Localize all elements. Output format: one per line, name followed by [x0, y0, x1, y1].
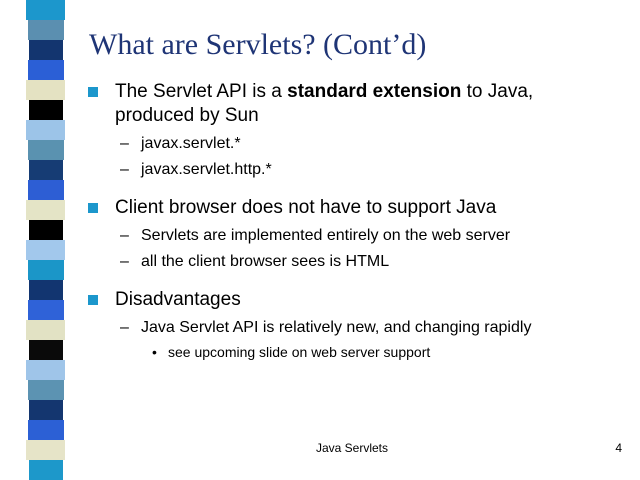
bullet-item: The Servlet API is a standard extension …: [88, 80, 608, 128]
strip-block: [26, 120, 65, 140]
dash-marker: –: [120, 319, 129, 336]
slide-title: What are Servlets? (Cont’d): [89, 28, 427, 61]
decorative-strip: [26, 0, 65, 480]
strip-block: [26, 0, 65, 20]
sub-bullet-item: – all the client browser sees is HTML: [88, 252, 608, 272]
strip-block: [28, 60, 64, 80]
bold-phrase: standard extension: [287, 81, 462, 102]
strip-block: [28, 380, 64, 400]
sub-bullet-item: – javax.servlet.http.*: [88, 160, 608, 180]
dash-marker: –: [120, 227, 129, 244]
sub-bullet-item: – Servlets are implemented entirely on t…: [88, 226, 608, 246]
strip-block: [28, 300, 64, 320]
dot-marker: •: [152, 344, 157, 360]
strip-block: [26, 360, 65, 380]
sub-bullet-text: all the client browser sees is HTML: [141, 253, 390, 270]
strip-block: [28, 140, 64, 160]
strip-block: [29, 160, 63, 180]
sub-bullet-text: javax.servlet.http.*: [141, 161, 272, 178]
strip-block: [29, 100, 63, 120]
sub-bullet-text: Servlets are implemented entirely on the…: [141, 227, 511, 244]
strip-block: [28, 20, 64, 40]
strip-block: [26, 240, 65, 260]
dash-marker: –: [120, 135, 129, 152]
strip-block: [26, 320, 65, 340]
strip-block: [29, 340, 63, 360]
sub-sub-bullet-text: see upcoming slide on web server support: [168, 344, 431, 360]
sub-bullet-item: – Java Servlet API is relatively new, an…: [88, 318, 608, 338]
strip-block: [29, 40, 63, 60]
square-bullet-icon: [88, 87, 98, 97]
strip-block: [26, 80, 65, 100]
footer-text: Java Servlets: [315, 441, 389, 455]
dash-marker: –: [120, 253, 129, 270]
bullet-text: Disadvantages: [115, 289, 241, 310]
sub-bullet-text: Java Servlet API is relatively new, and …: [141, 319, 532, 336]
slide-body: The Servlet API is a standard extension …: [88, 80, 608, 361]
square-bullet-icon: [88, 295, 98, 305]
strip-block: [28, 180, 64, 200]
bullet-text: The Servlet API is a standard extension …: [115, 81, 534, 126]
strip-block: [29, 400, 63, 420]
strip-block: [28, 260, 64, 280]
sub-bullet-text: javax.servlet.*: [141, 135, 241, 152]
square-bullet-icon: [88, 203, 98, 213]
strip-block: [26, 440, 65, 460]
bullet-text: Client browser does not have to support …: [115, 197, 497, 218]
sub-sub-bullet-item: • see upcoming slide on web server suppo…: [88, 343, 608, 361]
bullet-item: Disadvantages: [88, 288, 608, 312]
strip-block: [28, 420, 64, 440]
strip-block: [29, 220, 63, 240]
sub-bullet-item: – javax.servlet.*: [88, 134, 608, 154]
strip-block: [26, 200, 65, 220]
bullet-item: Client browser does not have to support …: [88, 196, 608, 220]
slide: What are Servlets? (Cont’d) The Servlet …: [0, 0, 640, 480]
strip-block: [29, 460, 63, 480]
dash-marker: –: [120, 161, 129, 178]
strip-block: [29, 280, 63, 300]
page-number: 4: [615, 441, 622, 455]
